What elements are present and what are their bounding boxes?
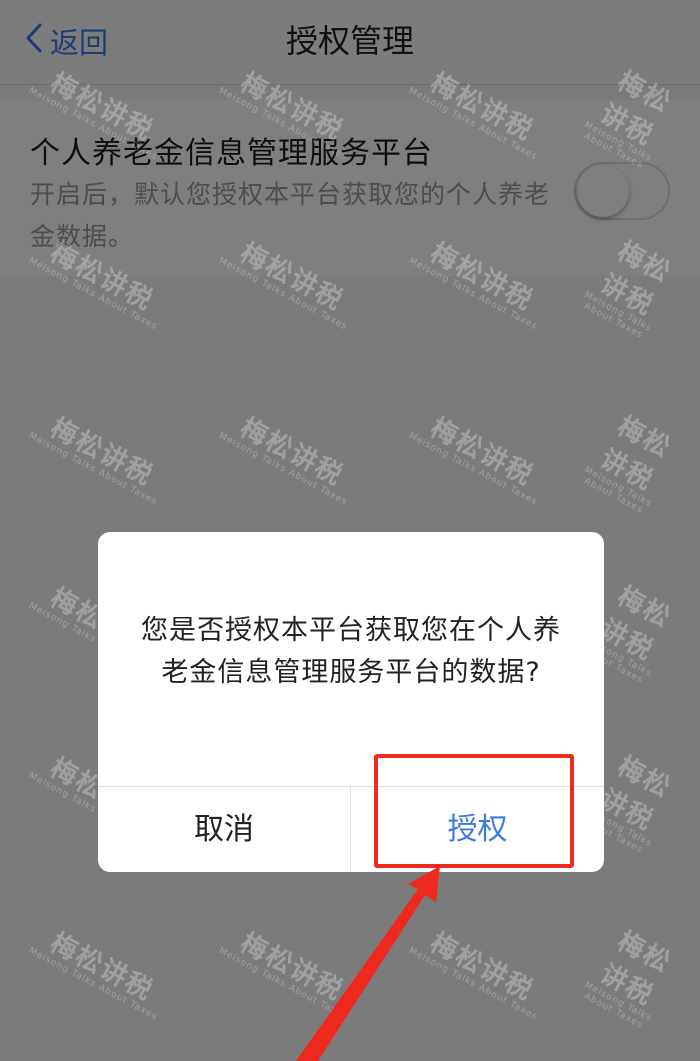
screen: 返回 授权管理 个人养老金信息管理服务平台 开启后，默认您授权本平台获取您的个人…: [0, 0, 700, 1061]
authorization-dialog: 您是否授权本平台获取您在个人养老金信息管理服务平台的数据? 取消 授权: [98, 532, 604, 872]
cancel-button[interactable]: 取消: [98, 787, 350, 872]
modal-overlay[interactable]: [0, 0, 700, 1061]
dialog-message: 您是否授权本平台获取您在个人养老金信息管理服务平台的数据?: [141, 615, 561, 688]
authorize-button[interactable]: 授权: [351, 787, 604, 872]
